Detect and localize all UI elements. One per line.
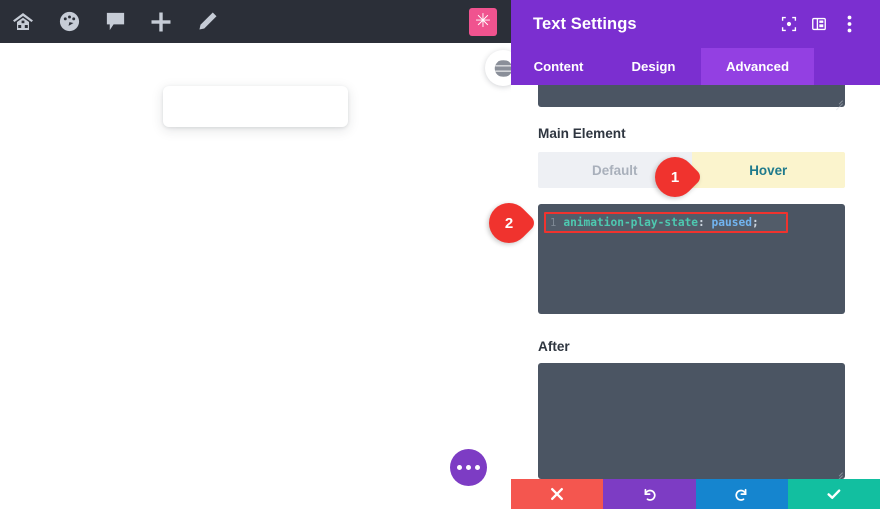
kebab-menu-icon[interactable]: [834, 9, 864, 39]
redo-icon: [735, 488, 747, 501]
resize-grip-icon[interactable]: [833, 467, 843, 477]
code-line-highlight[interactable]: 1 animation-play-state: paused;: [544, 212, 788, 233]
panel-title: Text Settings: [533, 14, 637, 33]
fab-dot: [466, 465, 471, 470]
fab-dot: [475, 465, 480, 470]
asterisk-glyph: ✳: [475, 10, 491, 32]
fullscreen-icon[interactable]: [774, 9, 804, 39]
text-settings-panel: Text Settings Content Design Advanced Ma…: [511, 0, 880, 509]
undo-icon: [644, 488, 656, 501]
after-css-textarea[interactable]: [538, 363, 845, 479]
pin-number: 1: [670, 168, 680, 186]
css-colon-token: :: [698, 216, 705, 229]
code-line-number: 1: [550, 216, 557, 229]
panel-header: Text Settings: [511, 0, 880, 48]
css-semicolon-token: ;: [751, 216, 759, 229]
panel-tabs: Content Design Advanced: [511, 48, 880, 85]
toggle-hover[interactable]: Hover: [691, 152, 845, 188]
code-line-text: animation-play-state: paused;: [563, 216, 758, 229]
asterisk-button[interactable]: ✳: [469, 7, 497, 36]
annotation-pin-2: 2: [480, 194, 538, 252]
close-icon: [551, 488, 564, 500]
more-options-fab[interactable]: [450, 449, 487, 486]
save-button[interactable]: [787, 479, 880, 509]
close-button[interactable]: [511, 479, 604, 509]
check-icon: [827, 489, 841, 499]
editor-top-toolbar: ✳: [0, 0, 511, 43]
tab-content[interactable]: Content: [511, 48, 606, 85]
layout-view-icon[interactable]: [804, 9, 834, 39]
main-element-label: Main Element: [538, 126, 626, 141]
redo-button[interactable]: [695, 479, 788, 509]
pencil-icon[interactable]: [184, 0, 230, 43]
main-element-code-editor[interactable]: 1 animation-play-state: paused;: [538, 204, 845, 314]
tab-bar-filler: [814, 48, 880, 85]
pin-number: 2: [504, 214, 514, 232]
css-value-token: paused: [711, 216, 752, 229]
page-canvas: ✳: [0, 0, 521, 509]
panel-body: Main Element Default Hover 1 animation-p…: [511, 85, 880, 479]
css-property-token: animation-play-state: [563, 216, 699, 229]
tab-design[interactable]: Design: [606, 48, 701, 85]
undo-button[interactable]: [603, 479, 696, 509]
screen-root: ✳ Text Settings Content Design Advanced …: [0, 0, 880, 509]
panel-action-bar: [511, 479, 880, 509]
tab-advanced[interactable]: Advanced: [701, 48, 814, 85]
after-label: After: [538, 339, 570, 354]
chat-bubble-icon[interactable]: [92, 0, 138, 43]
before-css-textarea[interactable]: [538, 85, 845, 107]
gauge-icon[interactable]: [46, 0, 92, 43]
text-module-card[interactable]: [163, 86, 348, 127]
plus-icon[interactable]: [138, 0, 184, 43]
fab-dot: [457, 465, 462, 470]
css-space-token: [705, 216, 712, 229]
resize-grip-icon[interactable]: [833, 95, 843, 105]
annotation-pin-1: 1: [646, 148, 704, 206]
home-icon[interactable]: [0, 0, 46, 43]
